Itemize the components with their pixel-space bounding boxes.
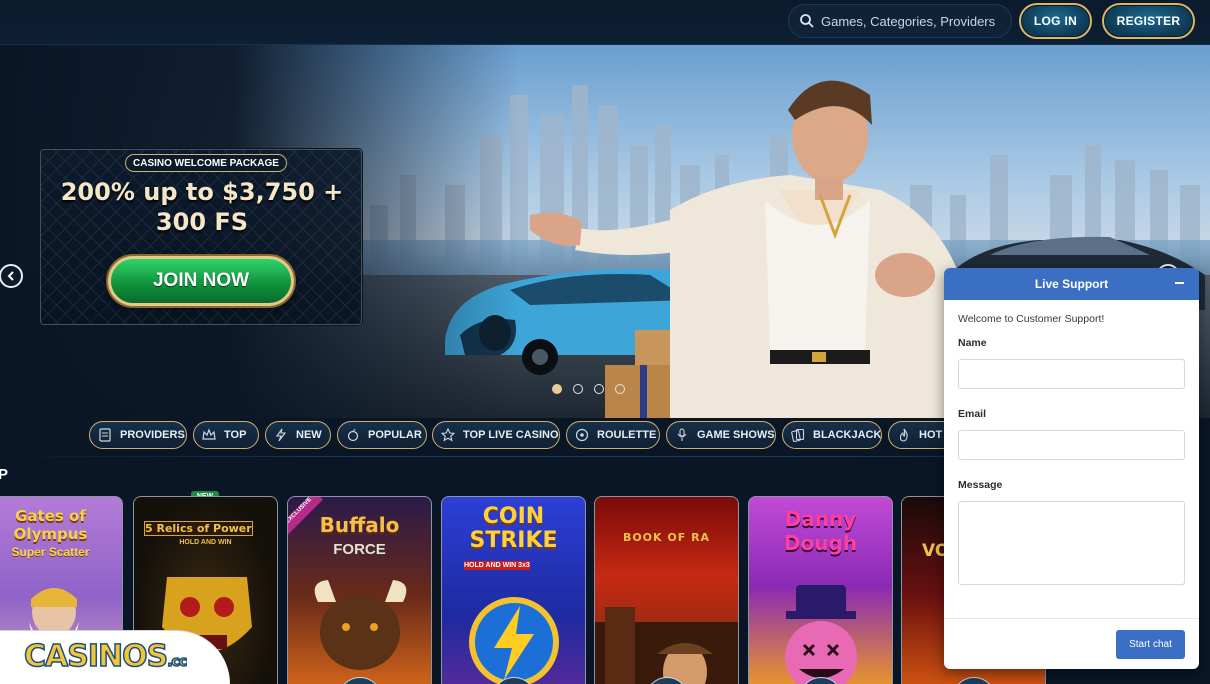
slider-dots: [552, 384, 625, 394]
email-label: Email: [958, 408, 987, 420]
game-tile-coin-strike[interactable]: COIN STRIKE HOLD AND WIN 3x3: [441, 496, 586, 684]
game-tile-book-of-ra[interactable]: BOOK OF RA: [594, 496, 739, 684]
temple-explorer-image: [595, 607, 738, 684]
promo-tag: CASINO WELCOME PACKAGE: [125, 154, 287, 172]
category-blackjack[interactable]: BLACKJACK: [782, 421, 882, 449]
category-top-live-casino[interactable]: TOP LIVE CASINO: [432, 421, 560, 449]
star-icon: [441, 428, 455, 442]
search-icon: [800, 14, 814, 28]
logo-text: CASINOS: [23, 638, 169, 675]
site-logo-badge[interactable]: CASINOS.cc: [0, 630, 230, 684]
category-top[interactable]: TOP: [193, 421, 259, 449]
chat-footer: Start chat: [944, 618, 1199, 669]
slider-prev-button[interactable]: [0, 264, 23, 288]
logo-suffix: .cc: [166, 653, 187, 671]
minimize-icon[interactable]: [1175, 277, 1185, 289]
game-subtitle: HOLD AND WIN: [179, 539, 232, 546]
message-label: Message: [958, 479, 1003, 491]
roulette-icon: [575, 428, 589, 442]
buffalo-image: [314, 580, 407, 670]
top-bar: Games, Categories, Providers LOG IN REGI…: [0, 0, 1210, 45]
category-new[interactable]: NEW: [265, 421, 331, 449]
slider-dot[interactable]: [552, 384, 562, 394]
category-label: POPULAR: [368, 429, 422, 441]
chat-title: Live Support: [1034, 277, 1109, 291]
register-button[interactable]: REGISTER: [1102, 3, 1195, 39]
danny-dough-character-image: [785, 585, 857, 684]
site-logo: CASINOS.cc: [23, 638, 188, 675]
slider-dot[interactable]: [615, 384, 625, 394]
presenter-man-image: [530, 80, 970, 418]
category-label: TOP LIVE CASINO: [463, 429, 559, 441]
bomb-icon: [346, 428, 360, 442]
game-subtitle: FORCE: [333, 541, 386, 558]
live-support-widget: Live Support Welcome to Customer Support…: [944, 268, 1199, 669]
email-field[interactable]: [958, 430, 1185, 460]
chat-welcome-text: Welcome to Customer Support!: [958, 313, 1105, 325]
game-subtitle: HOLD AND WIN 3x3: [464, 561, 530, 570]
game-title: COIN STRIKE: [469, 504, 558, 553]
game-title: 5 Relics of Power: [144, 521, 253, 536]
game-subtitle: Super Scatter: [11, 545, 90, 559]
category-label: PROVIDERS: [120, 429, 185, 441]
category-popular[interactable]: POPULAR: [337, 421, 427, 449]
category-label: HOT: [919, 429, 943, 441]
category-roulette[interactable]: ROULETTE: [566, 421, 660, 449]
chat-header: Live Support: [944, 268, 1199, 300]
providers-icon: [98, 428, 112, 442]
category-label: GAME SHOWS: [697, 429, 775, 441]
crown-icon: [202, 428, 216, 442]
promo-title: 200% up to $3,750 + 300 FS: [41, 177, 363, 237]
start-chat-button[interactable]: Start chat: [1116, 630, 1185, 659]
category-label: BLACKJACK: [813, 429, 882, 441]
rank-badge: [951, 677, 996, 684]
chat-form: Welcome to Customer Support! Name Email …: [944, 300, 1199, 585]
category-label: ROULETTE: [597, 429, 657, 441]
game-tile-buffalo-force[interactable]: EXCLUSIVE Buffalo FORCE: [287, 496, 432, 684]
category-label: TOP: [224, 429, 247, 441]
fire-icon: [897, 428, 911, 442]
microphone-icon: [675, 428, 689, 442]
slider-dot[interactable]: [573, 384, 583, 394]
promo-title-line1: 200% up to $3,750 +: [60, 178, 344, 206]
game-title: BOOK OF RA: [622, 531, 711, 544]
category-game-shows[interactable]: GAME SHOWS: [666, 421, 776, 449]
name-label: Name: [958, 337, 987, 349]
category-label: NEW: [296, 429, 322, 441]
promo-title-line2: 300 FS: [155, 208, 249, 236]
lightning-icon: [274, 428, 288, 442]
slider-dot[interactable]: [594, 384, 604, 394]
cards-icon: [791, 428, 805, 442]
chevron-left-icon: [7, 271, 14, 281]
game-title: Danny Dough: [783, 507, 858, 555]
category-providers[interactable]: PROVIDERS: [89, 421, 187, 449]
game-title: Gates of Olympus: [13, 507, 88, 543]
message-field[interactable]: [958, 501, 1185, 585]
join-now-button[interactable]: JOIN NOW: [108, 256, 294, 306]
search-placeholder: Games, Categories, Providers: [821, 13, 996, 29]
game-tile-danny-dough[interactable]: Danny Dough: [748, 496, 893, 684]
search-input[interactable]: Games, Categories, Providers: [788, 4, 1012, 38]
lightning-coin-image: [469, 597, 559, 684]
name-field[interactable]: [958, 359, 1185, 389]
game-title: Buffalo: [319, 513, 400, 537]
login-button[interactable]: LOG IN: [1019, 3, 1092, 39]
section-heading: P: [0, 466, 9, 483]
